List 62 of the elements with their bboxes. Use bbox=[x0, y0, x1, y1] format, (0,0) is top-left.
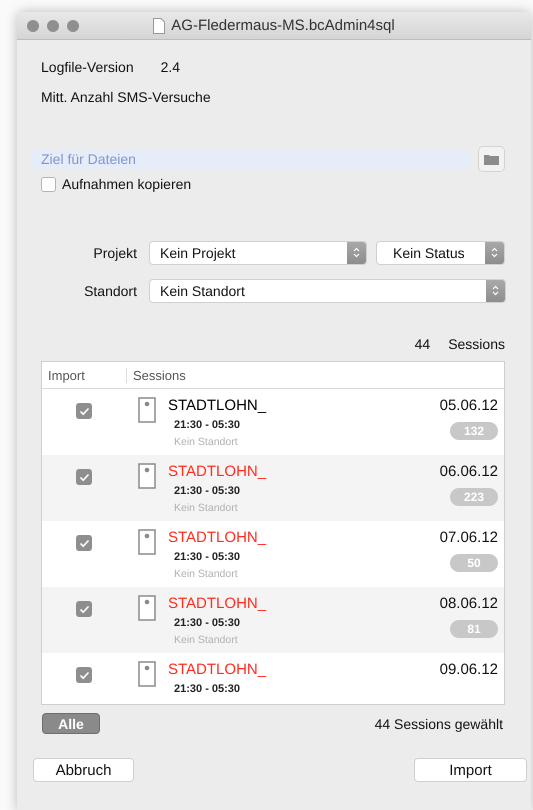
session-name: STADTLOHN_ bbox=[168, 397, 268, 415]
chevron-updown-icon bbox=[492, 285, 499, 296]
session-time: 21:30 - 05:30 bbox=[174, 551, 242, 564]
checkmark-icon bbox=[78, 604, 90, 614]
session-date: 06.06.12 bbox=[440, 463, 498, 481]
chevron-updown-icon bbox=[491, 247, 498, 258]
import-button[interactable]: Import bbox=[414, 758, 527, 782]
projekt-label: Projekt bbox=[92, 244, 137, 260]
checkmark-icon bbox=[78, 472, 90, 482]
info-label: Logfile-Version bbox=[41, 59, 134, 75]
checkmark-icon bbox=[78, 406, 90, 416]
checkbox[interactable] bbox=[76, 403, 92, 419]
checkbox[interactable] bbox=[76, 535, 92, 551]
checkbox[interactable] bbox=[76, 667, 92, 683]
checkbox-label: Aufnahmen kopieren bbox=[62, 176, 192, 192]
info-label: Mitt. Anzahl SMS-Versuche bbox=[41, 89, 211, 105]
session-location: Kein Standort bbox=[174, 568, 239, 581]
session-name: STADTLOHN_ bbox=[168, 661, 268, 679]
session-name: STADTLOHN_ bbox=[168, 529, 268, 547]
projekt-popup[interactable]: Kein Projekt bbox=[149, 240, 367, 264]
document-icon bbox=[138, 529, 156, 555]
session-name: STADTLOHN_ bbox=[168, 595, 268, 613]
document-icon bbox=[138, 595, 156, 621]
document-icon bbox=[138, 463, 156, 489]
session-count: 44 bbox=[414, 336, 430, 352]
session-location: Kein Standort bbox=[174, 502, 239, 515]
zoom-button[interactable] bbox=[67, 20, 79, 32]
checkbox[interactable] bbox=[76, 469, 92, 485]
session-date: 07.06.12 bbox=[440, 529, 498, 547]
session-location: Kein Standort bbox=[174, 634, 239, 647]
close-button[interactable] bbox=[27, 20, 39, 32]
session-time: 21:30 - 05:30 bbox=[174, 419, 242, 432]
session-date: 08.06.12 bbox=[440, 595, 498, 613]
cancel-button[interactable]: Abbruch bbox=[33, 758, 134, 782]
session-date: 05.06.12 bbox=[440, 397, 498, 415]
column-header[interactable]: Import bbox=[42, 368, 127, 382]
session-time: 21:30 - 05:30 bbox=[174, 485, 242, 498]
selection-summary: 44 Sessions gewählt bbox=[374, 716, 503, 732]
checkmark-icon bbox=[78, 670, 90, 680]
session-count-label: Sessions bbox=[448, 336, 505, 352]
document-icon bbox=[138, 661, 156, 687]
window-title: AG-Fledermaus-MS.bcAdmin4sql bbox=[171, 17, 395, 34]
standort-popup[interactable]: Kein Standort bbox=[149, 278, 506, 302]
standort-label: Standort bbox=[83, 282, 137, 298]
document-icon bbox=[153, 18, 166, 34]
minimize-button[interactable] bbox=[47, 20, 59, 32]
session-time: 21:30 - 05:30 bbox=[174, 617, 242, 630]
session-location: Kein Standort bbox=[174, 436, 239, 449]
checkbox[interactable] bbox=[76, 601, 92, 617]
checkbox[interactable] bbox=[41, 176, 56, 192]
checkmark-icon bbox=[78, 538, 90, 548]
info-value: 2.4 bbox=[160, 59, 180, 75]
column-header[interactable]: Sessions bbox=[127, 368, 186, 382]
destination-field[interactable]: Ziel für Dateien bbox=[32, 148, 470, 170]
folder-button[interactable] bbox=[478, 146, 505, 172]
status-popup[interactable]: Kein Status bbox=[376, 240, 505, 264]
session-date: 09.06.12 bbox=[440, 661, 498, 679]
folder-icon bbox=[484, 154, 499, 164]
session-name: STADTLOHN_ bbox=[168, 463, 268, 481]
chevron-updown-icon bbox=[353, 247, 360, 258]
session-time: 21:30 - 05:30 bbox=[174, 683, 242, 696]
document-icon bbox=[138, 397, 156, 423]
